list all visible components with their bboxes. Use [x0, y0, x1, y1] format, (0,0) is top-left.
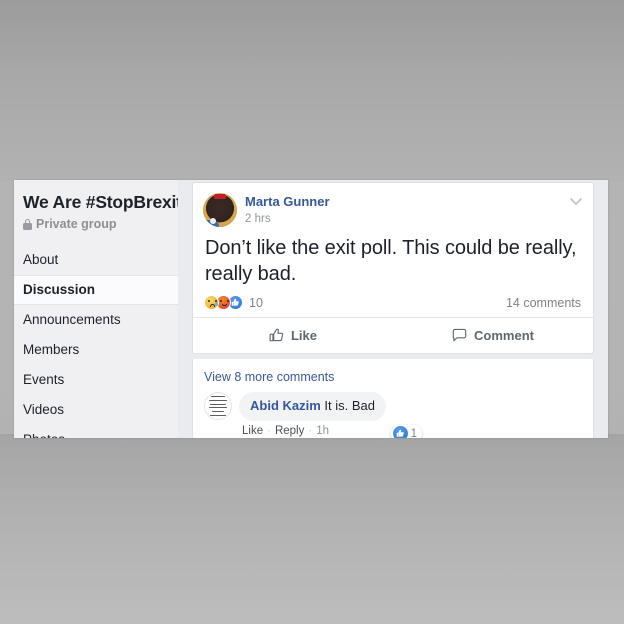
speech-bubble-icon [452, 328, 467, 343]
comment-meta: Like · Reply · 1h [239, 425, 386, 437]
comment-timestamp[interactable]: 1h [316, 425, 329, 437]
chevron-down-icon[interactable] [567, 194, 585, 208]
group-sidebar: We Are #StopBrexit Private group About D… [14, 180, 182, 438]
sidebar-nav: About Discussion Announcements Members E… [14, 245, 178, 438]
group-privacy: Private group [14, 213, 178, 231]
comment-like-count: 1 [410, 427, 417, 439]
comment-button[interactable]: Comment [393, 323, 593, 348]
like-reaction-icon [392, 426, 408, 438]
post-reaction-summary: 10 14 comments [193, 287, 593, 317]
post-text: Don’t like the exit poll. This could be … [205, 237, 577, 285]
comment-item: Abid Kazim It is. Bad Like · Reply · 1h [204, 392, 582, 438]
like-button[interactable]: Like [193, 323, 393, 348]
comment-like-link[interactable]: Like [242, 425, 263, 437]
group-privacy-label: Private group [36, 217, 117, 231]
like-button-label: Like [290, 328, 317, 343]
post-timestamp[interactable]: 2 hrs [245, 212, 330, 227]
comment-meta-separator-2: · [308, 425, 313, 437]
comment-reply-link[interactable]: Reply [275, 425, 304, 437]
document-avatar-icon[interactable] [204, 392, 232, 420]
sidebar-item-discussion[interactable]: Discussion [14, 275, 178, 305]
comment-text: It is. Bad [320, 398, 375, 413]
comment-main: Abid Kazim It is. Bad Like · Reply · 1h [239, 392, 422, 438]
post-action-bar: Like Comment [193, 317, 593, 353]
post-comment-count[interactable]: 14 comments [506, 296, 581, 310]
group-title: We Are #StopBrexit [23, 192, 182, 212]
comment-like-badge[interactable]: 1 [390, 425, 422, 439]
reaction-icons[interactable]: 10 [204, 295, 263, 310]
comment-button-label: Comment [474, 328, 534, 343]
post-author-name[interactable]: Marta Gunner [245, 194, 330, 210]
sidebar-item-events[interactable]: Events [14, 365, 178, 395]
sidebar-item-videos[interactable]: Videos [14, 395, 178, 425]
comment-meta-separator-1: · [267, 425, 271, 437]
post-card: Marta Gunner 2 hrs Don’t like the exit p… [192, 182, 594, 354]
lock-icon [23, 218, 32, 230]
comments-section: View 8 more comments Abid Kazim It is. B… [192, 359, 594, 438]
comment-bubble: Abid Kazim It is. Bad [239, 392, 386, 421]
author-avatar[interactable] [203, 193, 237, 227]
sidebar-item-members[interactable]: Members [14, 335, 178, 365]
view-more-comments-link[interactable]: View 8 more comments [204, 370, 334, 384]
sad-reaction-icon [204, 295, 219, 310]
reaction-count: 10 [249, 295, 263, 310]
post-header: Marta Gunner 2 hrs [193, 183, 593, 227]
thumbs-up-icon [269, 328, 284, 343]
feed-column: Marta Gunner 2 hrs Don’t like the exit p… [178, 180, 608, 438]
author-block: Marta Gunner 2 hrs [245, 193, 330, 227]
sidebar-item-about[interactable]: About [14, 245, 178, 275]
app-viewport: We Are #StopBrexit Private group About D… [14, 180, 608, 438]
sidebar-item-announcements[interactable]: Announcements [14, 305, 178, 335]
sidebar-item-photos[interactable]: Photos [14, 425, 178, 438]
comment-author-name[interactable]: Abid Kazim [250, 398, 321, 413]
